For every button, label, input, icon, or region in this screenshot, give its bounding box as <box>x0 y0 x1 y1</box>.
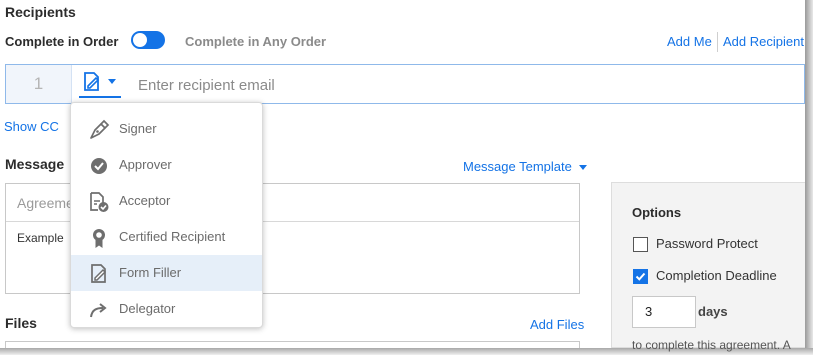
deadline-note: to complete this agreement. A <box>632 338 791 352</box>
chevron-down-icon <box>578 165 587 170</box>
message-template-label: Message Template <box>463 159 572 174</box>
chevron-down-icon <box>108 79 116 84</box>
menu-item-form-filler[interactable]: Form Filler <box>71 255 262 291</box>
menu-item-approver[interactable]: Approver <box>71 147 262 183</box>
options-heading: Options <box>632 205 682 220</box>
completion-deadline-checkbox[interactable] <box>633 269 648 284</box>
check-circle-icon <box>91 158 107 174</box>
menu-item-label: Approver <box>119 157 172 172</box>
pen-nib-icon <box>90 119 110 139</box>
complete-in-order-label: Complete in Order <box>5 34 119 49</box>
menu-item-label: Delegator <box>119 301 176 316</box>
menu-item-label: Signer <box>119 121 157 136</box>
window-shadow-right <box>805 0 813 355</box>
role-dropdown-menu: Signer Approver Acceptor Certified Recip… <box>70 102 263 328</box>
files-dropzone[interactable] <box>5 341 580 348</box>
deadline-days-input[interactable]: 3 <box>632 296 696 328</box>
role-selector-button[interactable] <box>79 70 121 98</box>
add-files-link[interactable]: Add Files <box>530 317 584 332</box>
message-template-link[interactable]: Message Template <box>463 159 587 174</box>
toggle-knob <box>133 33 147 47</box>
recipient-row: 1 <box>5 64 805 104</box>
form-edit-icon <box>84 72 100 91</box>
recipients-heading: Recipients <box>5 4 76 20</box>
show-cc-link[interactable]: Show CC <box>4 119 59 134</box>
add-recipient-link[interactable]: Add Recipient <box>723 34 804 49</box>
completion-deadline-label[interactable]: Completion Deadline <box>656 268 777 283</box>
menu-item-label: Certified Recipient <box>119 229 226 244</box>
add-me-link[interactable]: Add Me <box>667 34 712 49</box>
document-check-icon <box>90 192 109 212</box>
password-protect-checkbox[interactable] <box>633 237 648 252</box>
days-label: days <box>698 304 728 319</box>
menu-item-label: Acceptor <box>119 193 171 208</box>
order-toggle[interactable] <box>131 31 165 49</box>
message-body-input[interactable]: Example <box>17 231 64 245</box>
menu-item-delegator[interactable]: Delegator <box>71 291 262 327</box>
options-panel: Options Password Protect Completion Dead… <box>611 182 805 352</box>
forward-arrow-icon <box>90 303 107 318</box>
complete-any-order-label[interactable]: Complete in Any Order <box>185 34 326 49</box>
menu-item-certified-recipient[interactable]: Certified Recipient <box>71 219 262 255</box>
link-divider <box>717 32 718 52</box>
certified-ribbon-icon <box>93 229 105 248</box>
recipient-order-number: 1 <box>6 65 72 103</box>
message-heading: Message <box>5 156 65 172</box>
checkmark-icon <box>635 272 646 281</box>
menu-item-signer[interactable]: Signer <box>71 111 262 147</box>
menu-item-acceptor[interactable]: Acceptor <box>71 183 262 219</box>
recipient-email-input[interactable] <box>136 71 740 99</box>
menu-item-label: Form Filler <box>119 265 182 280</box>
form-edit-icon <box>91 264 107 283</box>
files-heading: Files <box>5 315 37 331</box>
password-protect-label[interactable]: Password Protect <box>656 236 758 251</box>
